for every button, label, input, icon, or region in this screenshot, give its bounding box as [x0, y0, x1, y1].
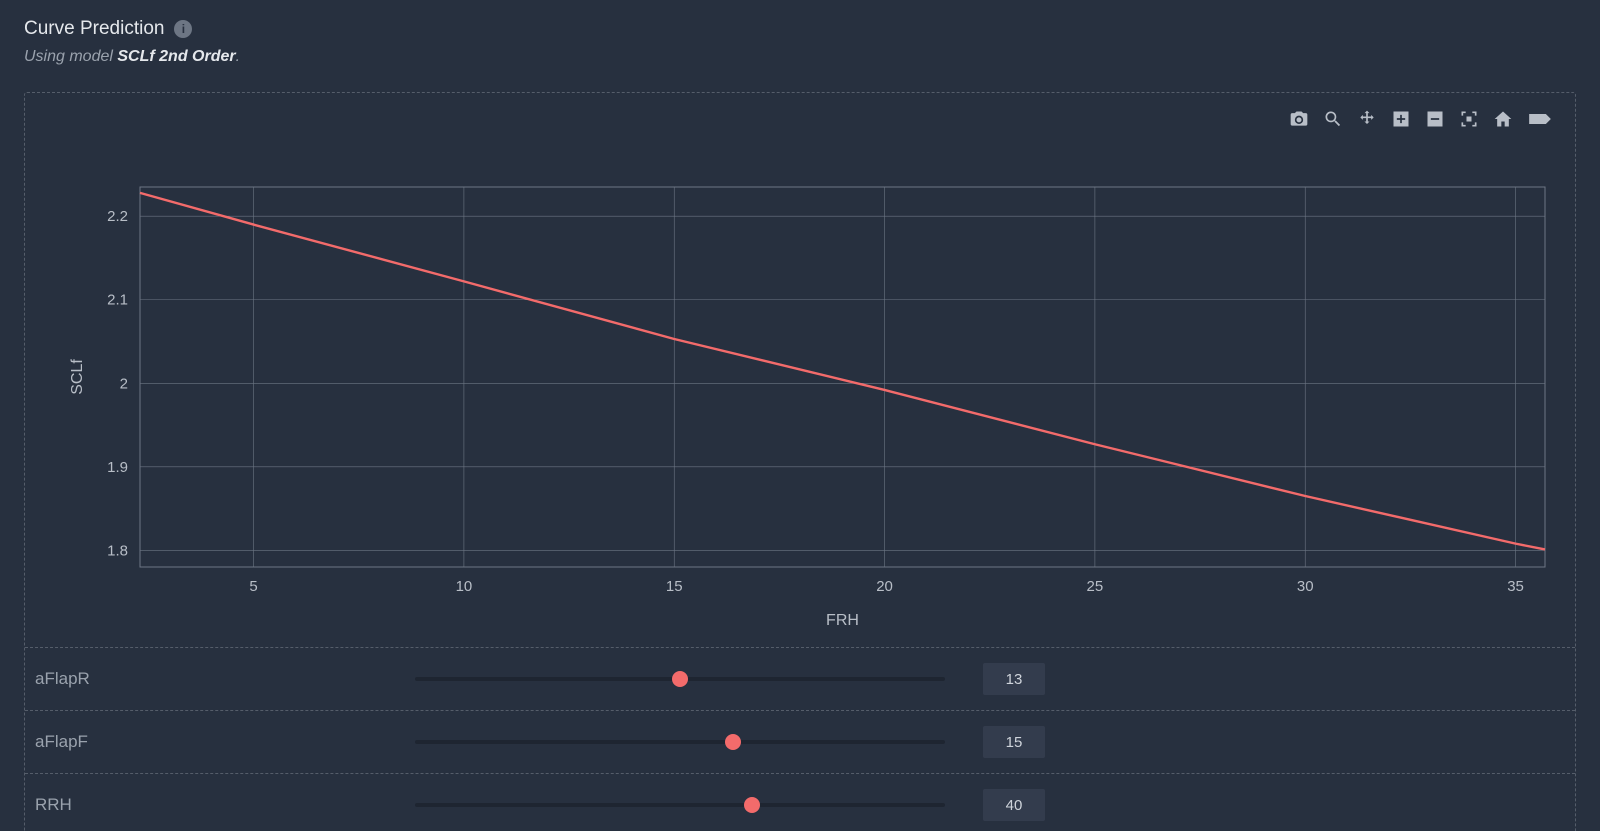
slider-row-aFlapR: aFlapR 13 [25, 648, 1575, 710]
subtitle-prefix: Using model [24, 48, 117, 65]
camera-icon[interactable] [1289, 109, 1309, 129]
subtitle-suffix: . [236, 48, 240, 65]
slider-label: aFlapF [25, 732, 415, 752]
model-name: SCLf 2nd Order [117, 48, 235, 65]
pan-icon[interactable] [1357, 109, 1377, 129]
svg-text:2: 2 [120, 375, 128, 392]
slider-RRH[interactable] [415, 795, 945, 815]
zoom-icon[interactable] [1323, 109, 1343, 129]
svg-text:2.1: 2.1 [107, 292, 128, 309]
subtitle: Using model SCLf 2nd Order. [24, 48, 1576, 66]
home-icon[interactable] [1493, 109, 1513, 129]
svg-text:SCLf: SCLf [69, 359, 86, 395]
svg-text:20: 20 [876, 578, 893, 595]
slider-value-aFlapR[interactable]: 13 [983, 663, 1045, 695]
svg-text:30: 30 [1297, 578, 1314, 595]
slider-label: RRH [25, 795, 415, 815]
slider-value-RRH[interactable]: 40 [983, 789, 1045, 821]
zoom-out-icon[interactable] [1425, 109, 1445, 129]
svg-text:25: 25 [1087, 578, 1104, 595]
sliders-container: aFlapR 13 aFlapF 15 RRH 40 [25, 647, 1575, 831]
svg-text:1.9: 1.9 [107, 459, 128, 476]
autoscale-icon[interactable] [1459, 109, 1479, 129]
slider-row-RRH: RRH 40 [25, 773, 1575, 831]
slider-value-aFlapF[interactable]: 15 [983, 726, 1045, 758]
slider-row-aFlapF: aFlapF 15 [25, 710, 1575, 773]
svg-text:35: 35 [1507, 578, 1524, 595]
svg-text:FRH: FRH [826, 612, 859, 629]
svg-text:10: 10 [456, 578, 473, 595]
slider-aFlapF[interactable] [415, 732, 945, 752]
zoom-in-icon[interactable] [1391, 109, 1411, 129]
chart-toolbar [1289, 109, 1553, 129]
slider-label: aFlapR [25, 669, 415, 689]
svg-text:2.2: 2.2 [107, 208, 128, 225]
slider-aFlapR[interactable] [415, 669, 945, 689]
chart-panel: 5 10 15 20 25 30 35 1.8 1.9 2 2.1 2.2 FRH SCLf aFlapR… [24, 92, 1576, 831]
svg-text:5: 5 [249, 578, 257, 595]
info-icon[interactable]: i [174, 20, 192, 38]
page-title: Curve Prediction [24, 18, 164, 40]
tag-icon[interactable] [1527, 109, 1553, 129]
svg-text:15: 15 [666, 578, 683, 595]
svg-text:1.8: 1.8 [107, 542, 128, 559]
chart-area[interactable]: 5 10 15 20 25 30 35 1.8 1.9 2 2.1 2.2 FRH SCLf [25, 127, 1575, 647]
